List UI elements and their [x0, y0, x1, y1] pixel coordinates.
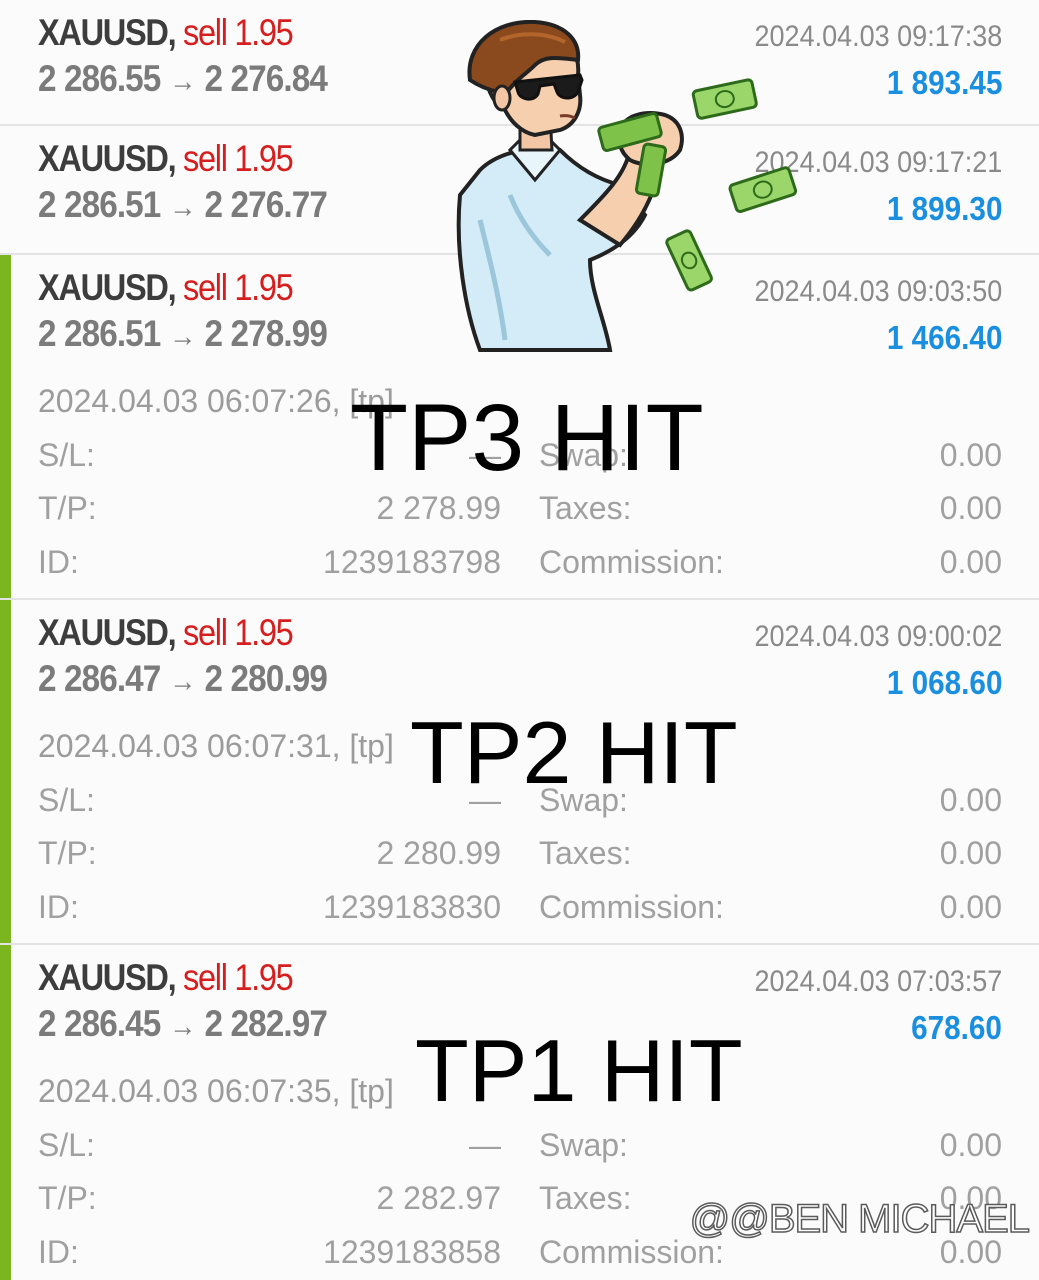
open-time: 2024.04.03 06:07:31, [tp] — [38, 728, 394, 764]
watermark-text: @BEN MICHAEL — [728, 1196, 1030, 1242]
tp-taxes-row: T/P: 2 280.99 Taxes: 0.00 — [38, 835, 1002, 875]
tp-taxes-row: T/P: 2 278.99 Taxes: 0.00 — [38, 490, 1002, 530]
tp2-hit-caption: TP2 HIT — [410, 703, 738, 802]
cartoon-man-throwing-money-icon — [456, 20, 798, 352]
open-price: 2 286.45 — [38, 1003, 161, 1044]
open-price: 2 286.47 — [38, 658, 161, 699]
tp1-hit-caption: TP1 HIT — [415, 1021, 743, 1120]
id-value: 1239183830 — [323, 889, 501, 925]
trade-prices: 2 286.51 → 2 276.77 — [38, 184, 328, 226]
swap-value: 0.00 — [939, 437, 1002, 473]
symbol: XAUUSD, — [38, 267, 177, 308]
sl-value: — — [469, 1127, 501, 1163]
taxes-label: Taxes: — [539, 835, 632, 871]
trade-title: XAUUSD, sell 1.95 — [38, 12, 294, 54]
arrow-right-icon: → — [169, 65, 196, 98]
taxes-value: 0.00 — [939, 835, 1002, 871]
symbol: XAUUSD, — [38, 138, 177, 179]
open-price: 2 286.51 — [38, 184, 161, 225]
trade-prices: 2 286.47 → 2 280.99 — [38, 658, 328, 700]
tp-value: 2 278.99 — [376, 490, 501, 526]
trade-volume: 1.95 — [234, 12, 293, 53]
threads-logo-icon: @ — [689, 1196, 731, 1242]
taxes-label: Taxes: — [539, 490, 632, 526]
sl-label: S/L: — [38, 437, 95, 473]
profit: 1 893.45 — [886, 64, 1002, 101]
profit: 678.60 — [911, 1009, 1002, 1046]
profit: 1 466.40 — [886, 319, 1002, 356]
close-time: 2024.04.03 09:00:02 — [754, 620, 1002, 653]
arrow-right-icon: → — [169, 1010, 196, 1043]
taxes-value: 0.00 — [939, 490, 1002, 526]
id-commission-row: ID: 1239183798 Commission: 0.00 — [38, 544, 1002, 584]
tp-value: 2 282.97 — [376, 1180, 501, 1216]
symbol: XAUUSD, — [38, 957, 177, 998]
sl-label: S/L: — [38, 1127, 95, 1163]
commission-label: Commission: — [539, 889, 724, 925]
open-time: 2024.04.03 06:07:26, [tp] — [38, 383, 394, 419]
tp-value: 2 280.99 — [376, 835, 501, 871]
id-value: 1239183798 — [323, 544, 501, 580]
watermark: @@BEN MICHAEL — [689, 1196, 1031, 1242]
close-time: 2024.04.03 07:03:57 — [754, 965, 1002, 998]
arrow-right-icon: → — [169, 191, 196, 224]
id-commission-row: ID: 1239183830 Commission: 0.00 — [38, 889, 1002, 929]
trade-prices: 2 286.45 → 2 282.97 — [38, 1003, 328, 1045]
trade-prices: 2 286.55 → 2 276.84 — [38, 58, 328, 100]
swap-label: Swap: — [539, 1127, 628, 1163]
id-label: ID: — [38, 889, 79, 925]
id-label: ID: — [38, 1234, 79, 1270]
open-price: 2 286.55 — [38, 58, 161, 99]
sl-label: S/L: — [38, 782, 95, 818]
tp-label: T/P: — [38, 835, 97, 871]
commission-value: 0.00 — [939, 544, 1002, 580]
taxes-label: Taxes: — [539, 1180, 632, 1216]
open-price: 2 286.51 — [38, 313, 161, 354]
trade-volume: 1.95 — [234, 957, 293, 998]
id-label: ID: — [38, 544, 79, 580]
symbol: XAUUSD, — [38, 612, 177, 653]
commission-value: 0.00 — [939, 889, 1002, 925]
trade-volume: 1.95 — [234, 267, 293, 308]
tp-label: T/P: — [38, 1180, 97, 1216]
arrow-right-icon: → — [169, 665, 196, 698]
trade-title: XAUUSD, sell 1.95 — [38, 957, 294, 999]
tp-label: T/P: — [38, 490, 97, 526]
profit: 1 068.60 — [886, 664, 1002, 701]
commission-label: Commission: — [539, 544, 724, 580]
open-time: 2024.04.03 06:07:35, [tp] — [38, 1073, 394, 1109]
trade-side: sell — [183, 12, 228, 53]
id-value: 1239183858 — [323, 1234, 501, 1270]
close-price: 2 280.99 — [204, 658, 328, 699]
trade-side: sell — [183, 267, 228, 308]
trade-title: XAUUSD, sell 1.95 — [38, 612, 294, 654]
close-price: 2 282.97 — [204, 1003, 328, 1044]
arrow-right-icon: → — [169, 320, 196, 353]
close-price: 2 276.84 — [204, 58, 328, 99]
swap-value: 0.00 — [939, 782, 1002, 818]
trade-side: sell — [183, 612, 228, 653]
trade-title: XAUUSD, sell 1.95 — [38, 267, 294, 309]
tp3-hit-caption: TP3 HIT — [350, 385, 704, 491]
trade-side: sell — [183, 957, 228, 998]
trade-title: XAUUSD, sell 1.95 — [38, 138, 294, 180]
close-price: 2 276.77 — [204, 184, 328, 225]
trade-prices: 2 286.51 → 2 278.99 — [38, 313, 328, 355]
trade-volume: 1.95 — [234, 138, 293, 179]
profit: 1 899.30 — [886, 190, 1002, 227]
close-price: 2 278.99 — [204, 313, 328, 354]
swap-value: 0.00 — [939, 1127, 1002, 1163]
symbol: XAUUSD, — [38, 12, 177, 53]
sl-swap-row: S/L: — Swap: 0.00 — [38, 1127, 1002, 1167]
trade-side: sell — [183, 138, 228, 179]
trade-volume: 1.95 — [234, 612, 293, 653]
